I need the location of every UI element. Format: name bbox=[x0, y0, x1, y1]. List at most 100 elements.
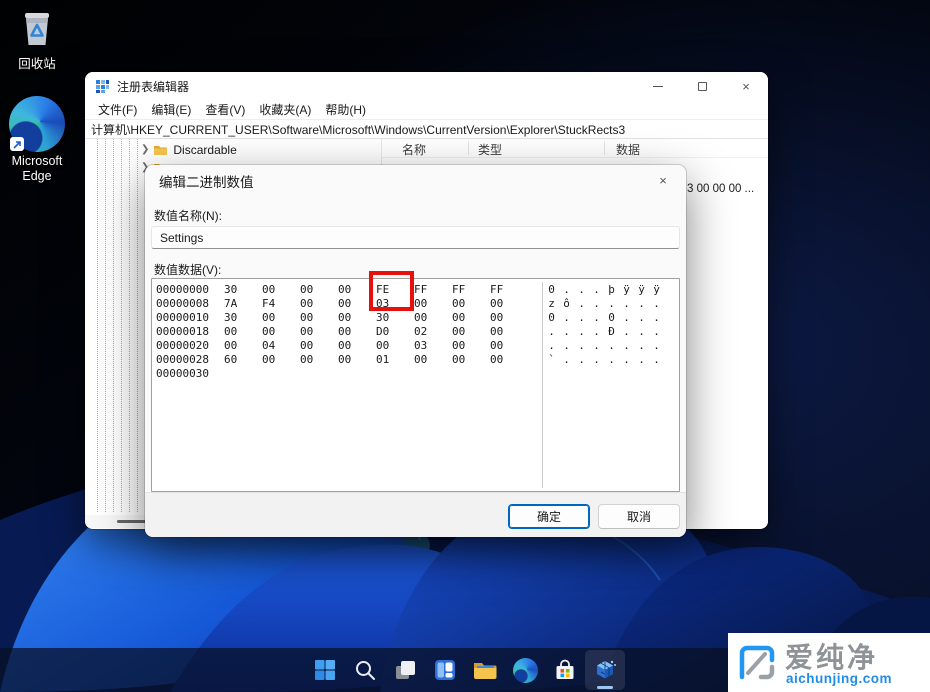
column-header-data[interactable]: 数据 bbox=[616, 141, 640, 158]
hex-row[interactable]: 00000030 bbox=[152, 367, 679, 381]
hex-row[interactable]: 00000020 00 04 00 00 00 03 00 00........ bbox=[152, 339, 679, 353]
hex-byte[interactable]: 00 bbox=[452, 311, 490, 325]
close-button[interactable]: × bbox=[724, 72, 768, 100]
hex-ascii-column: ........ bbox=[544, 339, 664, 353]
ascii-char: . bbox=[578, 297, 585, 310]
column-separator[interactable] bbox=[604, 141, 605, 155]
hex-byte[interactable]: 00 bbox=[490, 297, 528, 311]
hex-byte[interactable]: 00 bbox=[262, 353, 300, 367]
hex-byte[interactable]: 00 bbox=[338, 311, 376, 325]
chevron-right-icon[interactable]: ❯ bbox=[141, 144, 149, 155]
search-button[interactable] bbox=[345, 650, 385, 690]
hex-row[interactable]: 00000018 00 00 00 00 D0 02 00 00.... Ð... bbox=[152, 325, 679, 339]
hex-byte[interactable]: 00 bbox=[300, 325, 338, 339]
menu-favorites[interactable]: 收藏夹(A) bbox=[252, 101, 318, 118]
hex-byte[interactable]: 00 bbox=[414, 353, 452, 367]
hex-byte[interactable]: 00 bbox=[452, 297, 490, 311]
hex-byte[interactable]: 01 bbox=[376, 353, 414, 367]
edge-button[interactable] bbox=[505, 650, 545, 690]
hex-byte[interactable]: FF bbox=[452, 283, 490, 297]
hex-byte[interactable]: 7A bbox=[224, 297, 262, 311]
task-view-button[interactable] bbox=[385, 650, 425, 690]
hex-byte[interactable]: 00 bbox=[490, 311, 528, 325]
hex-row[interactable]: 00000010 30 00 00 00 30 00 00 00 0... 0... bbox=[152, 311, 679, 325]
address-bar[interactable]: 计算机\HKEY_CURRENT_USER\Software\Microsoft… bbox=[85, 119, 768, 139]
hex-byte[interactable]: 00 bbox=[262, 283, 300, 297]
hex-byte[interactable]: 00 bbox=[224, 325, 262, 339]
hex-ascii-column: 0...þÿÿÿ bbox=[544, 283, 664, 297]
watermark-badge: 爱纯净 aichunjing.com bbox=[728, 633, 930, 692]
hex-byte[interactable]: 00 bbox=[300, 311, 338, 325]
menu-view[interactable]: 查看(V) bbox=[198, 101, 252, 118]
hex-byte[interactable]: 00 bbox=[490, 353, 528, 367]
ascii-char: . bbox=[623, 311, 630, 324]
hex-byte[interactable]: 00 bbox=[452, 325, 490, 339]
ascii-char: . bbox=[638, 325, 645, 338]
dialog-titlebar[interactable]: 编辑二进制数值 × bbox=[145, 165, 686, 196]
column-separator[interactable] bbox=[468, 141, 469, 155]
hex-editor[interactable]: 00000000 30 00 00 00 FE FF FF FF 0... þ ÿ ÿ ÿ 00000008… bbox=[151, 278, 680, 492]
hex-row[interactable]: 00000008 7A F4 00 00 03 00 00 00 z ô...... bbox=[152, 297, 679, 311]
tree-item-discardable[interactable]: ❯ Discardable bbox=[141, 141, 237, 158]
widgets-button[interactable] bbox=[425, 650, 465, 690]
maximize-button[interactable] bbox=[680, 72, 724, 100]
hex-byte[interactable]: 00 bbox=[490, 325, 528, 339]
hex-byte[interactable]: 00 bbox=[300, 339, 338, 353]
cancel-button[interactable]: 取消 bbox=[598, 504, 680, 529]
hex-byte[interactable]: 30 bbox=[224, 283, 262, 297]
hex-byte[interactable]: 00 bbox=[338, 339, 376, 353]
hex-byte[interactable]: 00 bbox=[300, 283, 338, 297]
hex-byte[interactable]: 03 bbox=[414, 339, 452, 353]
hex-byte[interactable]: 60 bbox=[224, 353, 262, 367]
hex-byte[interactable]: 04 bbox=[262, 339, 300, 353]
menu-help[interactable]: 帮助(H) bbox=[318, 101, 373, 118]
hex-byte[interactable]: 00 bbox=[376, 339, 414, 353]
hex-byte[interactable]: 00 bbox=[338, 325, 376, 339]
hex-byte[interactable]: 00 bbox=[300, 353, 338, 367]
ascii-char: ÿ bbox=[623, 283, 630, 296]
hex-byte[interactable]: 30 bbox=[376, 311, 414, 325]
hex-byte[interactable]: 00 bbox=[338, 353, 376, 367]
hex-byte[interactable]: FF bbox=[490, 283, 528, 297]
menu-edit[interactable]: 编辑(E) bbox=[144, 101, 198, 118]
tree-item-label: Discardable bbox=[173, 142, 237, 157]
minimize-button[interactable] bbox=[636, 72, 680, 100]
hex-byte[interactable]: 00 bbox=[300, 297, 338, 311]
hex-row[interactable]: 00000028 60 00 00 00 01 00 00 00 `....... bbox=[152, 353, 679, 367]
hex-byte[interactable]: 02 bbox=[414, 325, 452, 339]
hex-byte[interactable]: 30 bbox=[224, 311, 262, 325]
ok-button-label: 确定 bbox=[536, 510, 561, 524]
ascii-char: . bbox=[653, 325, 660, 338]
ascii-char: þ bbox=[608, 283, 615, 296]
regedit-titlebar[interactable]: 注册表编辑器 × bbox=[85, 72, 768, 100]
registry-editor-button[interactable] bbox=[585, 650, 625, 690]
ascii-char: 0 bbox=[608, 311, 615, 324]
start-button[interactable] bbox=[305, 650, 345, 690]
hex-byte[interactable]: 00 bbox=[414, 297, 452, 311]
hex-byte[interactable]: FF bbox=[414, 283, 452, 297]
hex-byte[interactable]: 00 bbox=[262, 311, 300, 325]
hex-byte[interactable]: 00 bbox=[414, 311, 452, 325]
file-explorer-button[interactable] bbox=[465, 650, 505, 690]
column-header-type[interactable]: 类型 bbox=[478, 141, 502, 158]
desktop-icon-edge[interactable]: Microsoft Edge bbox=[0, 96, 74, 184]
dialog-close-button[interactable]: × bbox=[648, 169, 678, 193]
hex-byte[interactable]: 00 bbox=[262, 325, 300, 339]
minimize-icon bbox=[653, 85, 663, 87]
hex-row[interactable]: 00000000 30 00 00 00 FE FF FF FF 0... þ ÿ ÿ ÿ bbox=[152, 283, 679, 297]
microsoft-store-button[interactable] bbox=[545, 650, 585, 690]
hex-byte[interactable]: 00 bbox=[490, 339, 528, 353]
ascii-char: . bbox=[653, 339, 660, 352]
menu-file[interactable]: 文件(F) bbox=[91, 101, 144, 118]
hex-byte[interactable]: 00 bbox=[452, 339, 490, 353]
hex-byte[interactable]: D0 bbox=[376, 325, 414, 339]
hex-byte[interactable]: 00 bbox=[224, 339, 262, 353]
ascii-char: ô bbox=[563, 297, 570, 310]
tree-guide bbox=[97, 139, 98, 512]
hex-byte[interactable]: 00 bbox=[452, 353, 490, 367]
column-header-name[interactable]: 名称 bbox=[402, 141, 426, 158]
value-name-input[interactable]: Settings bbox=[151, 226, 680, 249]
ok-button[interactable]: 确定 bbox=[508, 504, 590, 529]
desktop-icon-recycle-bin[interactable]: 回收站 bbox=[0, 4, 74, 72]
hex-byte[interactable]: F4 bbox=[262, 297, 300, 311]
